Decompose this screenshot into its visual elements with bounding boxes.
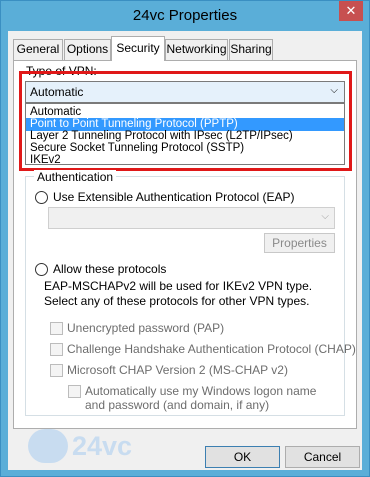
- auto-logon-checkbox[interactable]: [68, 385, 81, 398]
- tab-options[interactable]: Options: [64, 39, 111, 60]
- allow-protocols-radio[interactable]: [35, 263, 48, 276]
- window-title: 24vc Properties: [132, 7, 238, 24]
- tab-general[interactable]: General: [13, 39, 63, 60]
- title-bar[interactable]: 24vc Properties ✕: [1, 1, 369, 31]
- cancel-button[interactable]: Cancel: [285, 446, 360, 468]
- red-highlight-annotation: [19, 71, 352, 171]
- chap-label: Challenge Handshake Authentication Proto…: [67, 342, 356, 356]
- chap-checkbox[interactable]: [50, 343, 63, 356]
- properties-button[interactable]: Properties: [264, 233, 335, 253]
- allow-protocols-label: Allow these protocols: [53, 262, 167, 276]
- authentication-legend: Authentication: [34, 170, 117, 184]
- properties-window: 24vc Properties ✕ General Options Securi…: [0, 0, 370, 477]
- tab-sharing[interactable]: Sharing: [229, 39, 273, 60]
- mschapv2-label: Microsoft CHAP Version 2 (MS-CHAP v2): [67, 363, 288, 377]
- eap-radio[interactable]: [35, 191, 48, 204]
- close-button[interactable]: ✕: [339, 1, 363, 21]
- eap-label: Use Extensible Authentication Protocol (…: [53, 190, 295, 204]
- tab-security[interactable]: Security: [111, 36, 165, 61]
- pap-checkbox[interactable]: [50, 322, 63, 335]
- pap-label: Unencrypted password (PAP): [67, 321, 225, 335]
- chevron-down-icon: ⌵: [321, 211, 329, 222]
- dialog-client-area: General Options Security Networking Shar…: [8, 31, 362, 470]
- watermark-text: 24vc: [72, 431, 133, 461]
- cloud-icon: [28, 429, 68, 463]
- eap-note-text: EAP-MSCHAPv2 will be used for IKEv2 VPN …: [44, 279, 313, 308]
- watermark-logo: 24vc: [20, 425, 140, 471]
- ok-button[interactable]: OK: [205, 446, 280, 468]
- eap-method-select[interactable]: ⌵: [48, 207, 335, 229]
- tab-networking[interactable]: Networking: [165, 39, 228, 60]
- mschapv2-checkbox[interactable]: [50, 364, 63, 377]
- auto-logon-label: Automatically use my Windows logon name …: [85, 384, 317, 412]
